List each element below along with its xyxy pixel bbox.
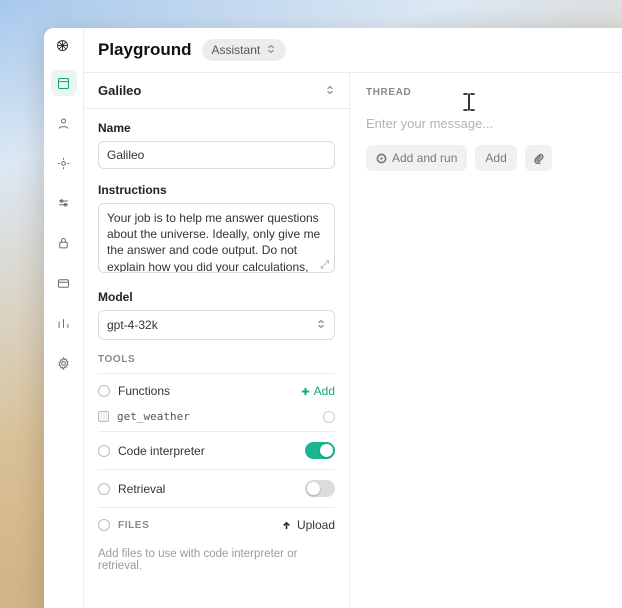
model-select[interactable]: gpt-4-32k (98, 310, 335, 340)
nav-rail (44, 28, 84, 608)
radio-icon (98, 385, 110, 397)
add-and-run-label: Add and run (392, 151, 457, 165)
assistant-selector-label: Galileo (98, 83, 141, 98)
thread-label: THREAD (366, 87, 606, 98)
add-button[interactable]: Add (475, 145, 516, 171)
add-function-label: Add (314, 384, 335, 398)
radio-icon (98, 519, 110, 531)
tools-section-label: TOOLS (98, 354, 335, 365)
name-input[interactable] (98, 141, 335, 169)
openai-logo (55, 38, 73, 56)
main-area: Playground Assistant Galileo (84, 28, 622, 608)
radio-icon (98, 445, 110, 457)
upload-label: Upload (297, 518, 335, 532)
add-label: Add (485, 151, 506, 165)
code-interpreter-row: Code interpreter (98, 434, 335, 467)
thread-panel: THREAD Add and run Add (350, 73, 622, 608)
nav-api-keys-icon[interactable] (51, 230, 77, 256)
instructions-textarea[interactable] (98, 203, 335, 273)
retrieval-label: Retrieval (118, 482, 165, 496)
nav-sliders-icon[interactable] (51, 190, 77, 216)
code-interpreter-toggle[interactable] (305, 442, 335, 459)
add-and-run-button[interactable]: Add and run (366, 145, 467, 171)
upload-button[interactable]: Upload (281, 518, 335, 532)
add-function-button[interactable]: Add (300, 384, 335, 398)
code-interpreter-label: Code interpreter (118, 444, 205, 458)
app-window: Playground Assistant Galileo (44, 28, 622, 608)
functions-label: Functions (118, 384, 170, 398)
delete-function-icon[interactable] (323, 411, 335, 423)
radio-icon (98, 483, 110, 495)
retrieval-row: Retrieval (98, 472, 335, 505)
mode-pill-label: Assistant (212, 43, 261, 57)
assistant-selector[interactable]: Galileo (84, 73, 349, 109)
page-title: Playground (98, 40, 192, 60)
nav-files-icon[interactable] (51, 270, 77, 296)
nav-settings-icon[interactable] (51, 350, 77, 376)
function-name[interactable]: get_weather (117, 410, 190, 423)
assistant-config-panel: Galileo Name Instructions ⤢ (84, 73, 350, 608)
nav-assistants-icon[interactable] (51, 110, 77, 136)
functions-row: Functions Add (98, 376, 335, 406)
instructions-label: Instructions (98, 183, 335, 197)
files-label: FILES (118, 520, 149, 531)
nav-fine-tuning-icon[interactable] (51, 150, 77, 176)
name-label: Name (98, 121, 335, 135)
expand-icon[interactable]: ⤢ (320, 259, 329, 272)
nav-playground-icon[interactable] (51, 70, 77, 96)
model-label: Model (98, 290, 335, 304)
chevron-updown-icon (316, 318, 326, 332)
files-hint: Add files to use with code interpreter o… (98, 548, 335, 572)
function-type-icon (98, 411, 109, 422)
retrieval-toggle[interactable] (305, 480, 335, 497)
chevron-updown-icon (266, 43, 276, 57)
nav-usage-icon[interactable] (51, 310, 77, 336)
function-item: get_weather (98, 406, 335, 429)
message-input[interactable] (366, 112, 606, 145)
mode-pill[interactable]: Assistant (202, 39, 287, 61)
chevron-updown-icon (325, 83, 335, 98)
model-select-value: gpt-4-32k (107, 318, 158, 332)
attach-button[interactable] (525, 145, 552, 171)
files-row: FILES Upload (98, 510, 335, 540)
topbar: Playground Assistant (84, 28, 622, 72)
paperclip-icon (533, 153, 544, 164)
